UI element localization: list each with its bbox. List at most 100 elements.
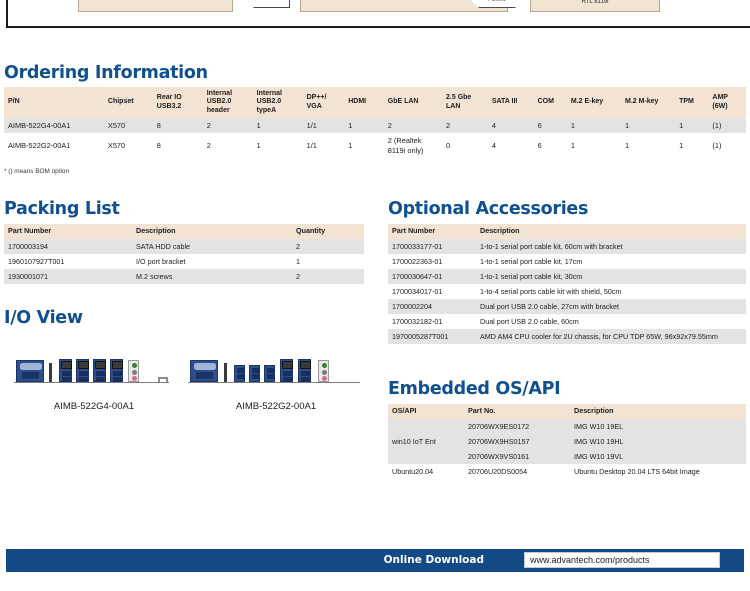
hdmi-port-icon (49, 363, 52, 382)
table-row: 1960107927T001 I/O port bracket 1 (4, 254, 364, 269)
audio-jack-line-out-icon (322, 370, 327, 375)
ordering-footnote: * () means BOM option (4, 168, 69, 175)
audio-jack-line-in-icon (322, 363, 327, 368)
cell-chipset: X570 (104, 133, 153, 158)
lan-usb-stack-1-icon (59, 359, 72, 382)
audio-jack-line-in-icon (132, 363, 137, 368)
datasheet-page: PCIex1 RTL 8119i Ordering Information P/… (0, 0, 750, 591)
diagram-arrow-pciex1: PCIex1 (470, 0, 524, 8)
optional-accessories-table: Part Number Description 1700033177-01 1-… (388, 224, 746, 344)
vga-dp-port-icon (190, 360, 218, 382)
col-internal-usb20-header: Internal USB2.0 header (203, 87, 253, 118)
cell-part-no: 20706WX9HS0157 (464, 434, 570, 449)
cell-com: 6 (534, 118, 567, 133)
table-row: 1700032182-01 Dual port USB 2.0 cable, 6… (388, 314, 746, 329)
cell-sata-iii: 4 (488, 133, 534, 158)
usb-icon (79, 371, 88, 376)
table-row: 1930001071 M.2 screws 2 (4, 269, 364, 284)
optional-accessories-table-wrap: Part Number Description 1700033177-01 1-… (388, 224, 746, 344)
diagram-arrow-1 (246, 0, 290, 8)
col-quantity: Quantity (292, 224, 364, 239)
rj45-icon (282, 361, 293, 369)
cell-internal-usb20-header: 2 (203, 118, 253, 133)
usb-icon (301, 377, 310, 382)
cell-description: Dual port USB 2.0 cable, 27cm with brack… (476, 299, 746, 314)
cell-description: IMG W10 19VL (570, 449, 746, 464)
usb-icon (301, 371, 310, 376)
cell-description: I/O port bracket (132, 254, 292, 269)
cell-part-number: 1700033177-01 (388, 239, 476, 254)
col-os-api: OS/API (388, 404, 464, 419)
io-baseline (14, 382, 169, 383)
col-rear-io-usb32: Rear IO USB3.2 (153, 87, 203, 118)
usb-icon (113, 371, 122, 376)
io-panel-image-g4 (14, 359, 169, 385)
col-pn: P/N (4, 87, 104, 118)
cell-gbe-lan: 2 (Realtek 8119i only) (384, 133, 442, 158)
cell-description: Dual port USB 2.0 cable, 60cm (476, 314, 746, 329)
bracket-clip-icon (158, 377, 168, 382)
lan-usb-stack-4-icon (110, 359, 123, 382)
cell-m2-ekey: 1 (567, 118, 621, 133)
audio-jack-mic-icon (132, 376, 137, 381)
col-description: Description (570, 404, 746, 419)
table-row: 1700022363-01 1-to-1 serial port cable k… (388, 254, 746, 269)
cell-part-number: 1700022363-01 (388, 254, 476, 269)
cell-internal-usb20-typea: 1 (253, 118, 303, 133)
cell-dp-vga: 1/1 (303, 133, 345, 158)
cell-internal-usb20-header: 2 (203, 133, 253, 158)
audio-jacks-icon (128, 360, 139, 382)
table-header-row: P/N Chipset Rear IO USB3.2 Internal USB2… (4, 87, 746, 118)
table-header-row: Part Number Description Quantity (4, 224, 364, 239)
table-row: AIMB-522G2-00A1 X570 8 2 1 1/1 1 2 (Real… (4, 133, 746, 158)
cell-description: IMG W10 19EL (570, 419, 746, 434)
cell-amp: (1) (708, 133, 746, 158)
cell-part-number: 1700003194 (4, 239, 132, 254)
table-row: 1700030647-01 1-to-1 serial port cable k… (388, 269, 746, 284)
rj45-icon (300, 361, 311, 369)
dsub-connector-icon (20, 363, 42, 370)
cell-description: 1-to-1 serial port cable kit, 17cm (476, 254, 746, 269)
cell-part-number: 1700030647-01 (388, 269, 476, 284)
packing-list-table-wrap: Part Number Description Quantity 1700003… (4, 224, 364, 284)
usb-icon (62, 371, 71, 376)
rj45-icon (112, 361, 123, 369)
rj45-icon (78, 361, 89, 369)
cell-chipset: X570 (104, 118, 153, 133)
cell-description: IMG W10 19HL (570, 434, 746, 449)
io-panel-image-g2 (188, 359, 360, 385)
table-row: win10 IoT Ent 20706WX9ES0172 IMG W10 19E… (388, 419, 746, 434)
col-gbe-lan: GbE LAN (384, 87, 442, 118)
embedded-os-table-wrap: OS/API Part No. Description win10 IoT En… (388, 404, 746, 479)
cell-part-no: 20706WX9VS0161 (464, 449, 570, 464)
col-sata-iii: SATA III (488, 87, 534, 118)
cell-quantity: 2 (292, 269, 364, 284)
ordering-information-title: Ordering Information (4, 63, 208, 83)
cell-hdmi: 1 (344, 118, 384, 133)
cell-description: AMD AM4 CPU cooler for 2U chassis, for C… (476, 329, 746, 344)
cell-part-number: 1930001071 (4, 269, 132, 284)
ordering-information-table: P/N Chipset Rear IO USB3.2 Internal USB2… (4, 87, 746, 158)
footer-url-text[interactable]: www.advantech.com/products (530, 555, 650, 565)
cell-description: M.2 screws (132, 269, 292, 284)
rj45-icon (95, 361, 106, 369)
col-part-number: Part Number (4, 224, 132, 239)
lan-usb-stack-3-icon (93, 359, 106, 382)
online-download-label: Online Download (384, 554, 484, 566)
cell-com: 6 (534, 133, 567, 158)
cell-description: Ubuntu Desktop 20.04 LTS 64bit Image (570, 464, 746, 479)
col-part-number: Part Number (388, 224, 476, 239)
embedded-os-table: OS/API Part No. Description win10 IoT En… (388, 404, 746, 479)
cell-part-number: 1700002204 (388, 299, 476, 314)
cell-tpm: 1 (675, 133, 708, 158)
diagram-box-rtl8119i: RTL 8119i (530, 0, 660, 12)
table-row: 1700002204 Dual port USB 2.0 cable, 27cm… (388, 299, 746, 314)
col-m2-ekey: M.2 E-key (567, 87, 621, 118)
usb-stack-1-icon (234, 365, 245, 382)
optional-accessories-title: Optional Accessories (388, 199, 588, 219)
cell-part-number: 1960107927T001 (4, 254, 132, 269)
displayport-connector-icon (22, 372, 39, 379)
vga-dp-port-icon (16, 360, 44, 382)
lan-usb-stack-2-icon (76, 359, 89, 382)
dsub-connector-icon (194, 363, 216, 370)
